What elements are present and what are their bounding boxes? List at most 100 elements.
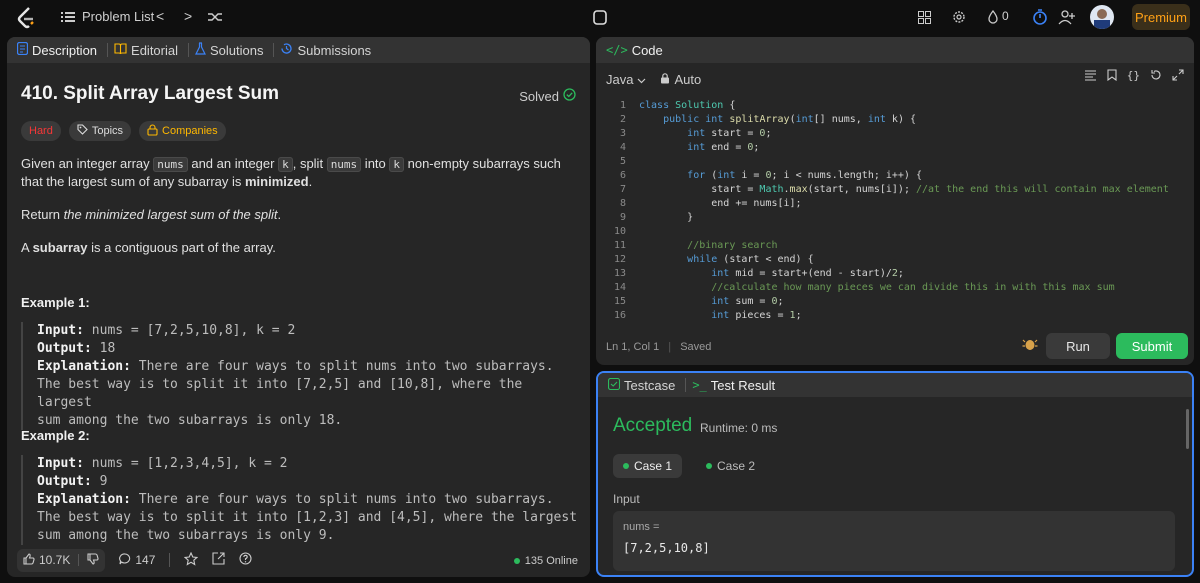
timer-icon[interactable] (1031, 8, 1049, 26)
case-label: Case 2 (717, 459, 756, 473)
braces-icon[interactable]: {} (1127, 69, 1140, 84)
list-icon[interactable] (60, 9, 76, 25)
tab-divider (188, 43, 189, 57)
description-panel: Description Editorial Solutions Submissi… (7, 37, 590, 577)
line-number: 1 (619, 100, 626, 111)
settings-gear-icon[interactable] (951, 9, 967, 25)
tab-label: Editorial (131, 42, 178, 58)
tab-submissions[interactable]: Submissions (280, 42, 375, 58)
prev-problem-button[interactable]: < (156, 8, 164, 24)
pass-dot-icon (623, 463, 629, 469)
bookmark-icon[interactable] (1107, 69, 1117, 84)
chevron-down-icon (637, 72, 646, 87)
tab-divider (107, 43, 109, 57)
add-user-icon[interactable] (1058, 8, 1076, 26)
tab-editorial[interactable]: Editorial (114, 43, 182, 58)
share-icon[interactable] (212, 552, 225, 568)
runtime-text: Runtime: 0 ms (700, 421, 778, 435)
tab-testcase[interactable]: Testcase (607, 377, 679, 393)
line-number: 11 (613, 240, 626, 251)
comments-button[interactable]: 147 (119, 552, 156, 568)
line-number: 4 (619, 142, 626, 153)
code-editor-panel: </> Code Java Auto {} 1 2 3 4 5 6 7 8 9 10 11 12 13 1… (596, 37, 1194, 365)
run-button[interactable]: Run (1046, 333, 1110, 359)
line-number: 5 (619, 156, 626, 167)
problem-list-link[interactable]: Problem List (82, 9, 154, 24)
help-icon[interactable] (239, 552, 252, 568)
language-value: Java (606, 71, 634, 87)
line-number: 6 (619, 170, 626, 181)
line-number: 13 (613, 268, 626, 279)
tab-label: Submissions (297, 42, 372, 58)
leetcode-logo-icon[interactable] (14, 6, 40, 30)
like-button[interactable]: 10.7K (17, 548, 106, 572)
case-1-tab[interactable]: Case 1 (613, 454, 683, 478)
thumbs-up-icon (23, 552, 35, 568)
description-footer: 10.7K 147 (7, 543, 590, 577)
lock-icon (147, 123, 158, 139)
online-count: 135 Online (524, 555, 578, 567)
scrollbar[interactable] (1186, 409, 1189, 449)
mode-label: Auto (674, 71, 702, 87)
description-tabbar: Description Editorial Solutions Submissi… (7, 37, 590, 63)
test-tabbar: Testcase >_ Test Result (598, 373, 1192, 397)
debug-icon[interactable] (590, 7, 610, 27)
topics-chip[interactable]: Topics (68, 121, 132, 141)
tab-label: Solutions (210, 42, 264, 58)
problem-title[interactable]: 410. Split Array Largest Sum (21, 83, 279, 105)
line-number: 7 (619, 184, 626, 195)
line-number-gutter: 1 2 3 4 5 6 7 8 9 10 11 12 13 14 15 16 (596, 99, 626, 323)
tab-divider (273, 43, 275, 57)
auto-mode[interactable]: Auto (660, 72, 701, 87)
test-result-panel: Testcase >_ Test Result Accepted Runtime… (596, 371, 1194, 577)
check-circle-icon (563, 88, 576, 104)
footer-divider (169, 553, 171, 567)
difficulty-badge: Hard (21, 121, 61, 141)
comment-count: 147 (135, 553, 156, 567)
tag-icon (77, 124, 88, 138)
like-count: 10.7K (39, 553, 71, 567)
problem-description: Given an integer array nums and an integ… (21, 155, 581, 268)
thumbs-down-icon[interactable] (87, 552, 99, 568)
companies-chip[interactable]: Companies (139, 121, 226, 141)
premium-button[interactable]: Premium (1132, 4, 1190, 30)
expand-icon[interactable] (1172, 69, 1184, 84)
inline-code: k (389, 157, 404, 172)
next-problem-button[interactable]: > (184, 8, 192, 24)
description-paragraph: Given an integer array nums and an integ… (21, 156, 561, 189)
fire-icon[interactable] (985, 9, 1001, 25)
star-icon[interactable] (184, 551, 199, 569)
inline-code: k (278, 157, 293, 172)
cursor-position: Ln 1, Col 1 (606, 341, 660, 353)
tab-label: Code (631, 42, 663, 58)
tab-test-result[interactable]: >_ Test Result (692, 378, 779, 393)
input-value-box: nums = [7,2,5,10,8] (613, 511, 1175, 571)
document-icon (16, 41, 29, 58)
submit-button[interactable]: Submit (1116, 333, 1188, 359)
case-2-tab[interactable]: Case 2 (696, 454, 765, 478)
example-block: Input: nums = [7,2,5,10,8], k = 2 Output… (21, 322, 581, 430)
user-avatar[interactable] (1090, 5, 1114, 29)
description-paragraph: A subarray is a contiguous part of the a… (21, 240, 276, 255)
shuffle-icon[interactable] (207, 9, 223, 25)
tab-description[interactable]: Description (16, 41, 101, 58)
tab-label: Testcase (624, 377, 676, 393)
input-label: Input (613, 492, 640, 506)
line-number: 12 (613, 254, 626, 265)
flask-icon (195, 42, 206, 58)
bug-icon[interactable] (1022, 336, 1038, 355)
inline-code: nums (326, 157, 362, 172)
language-select[interactable]: Java (606, 72, 646, 87)
save-status: Saved (680, 341, 712, 353)
streak-count: 0 (1002, 9, 1009, 23)
tab-solutions[interactable]: Solutions (195, 42, 267, 58)
format-icon[interactable] (1084, 69, 1097, 84)
topics-label: Topics (91, 125, 124, 137)
reset-icon[interactable] (1150, 69, 1162, 84)
line-number: 15 (613, 296, 626, 307)
code-text[interactable]: class Solution { public int splitArray(i… (639, 99, 1169, 323)
tab-divider (685, 378, 687, 392)
line-number: 2 (619, 114, 626, 125)
layout-icon[interactable] (916, 9, 932, 25)
tab-code[interactable]: </> Code (606, 43, 667, 58)
